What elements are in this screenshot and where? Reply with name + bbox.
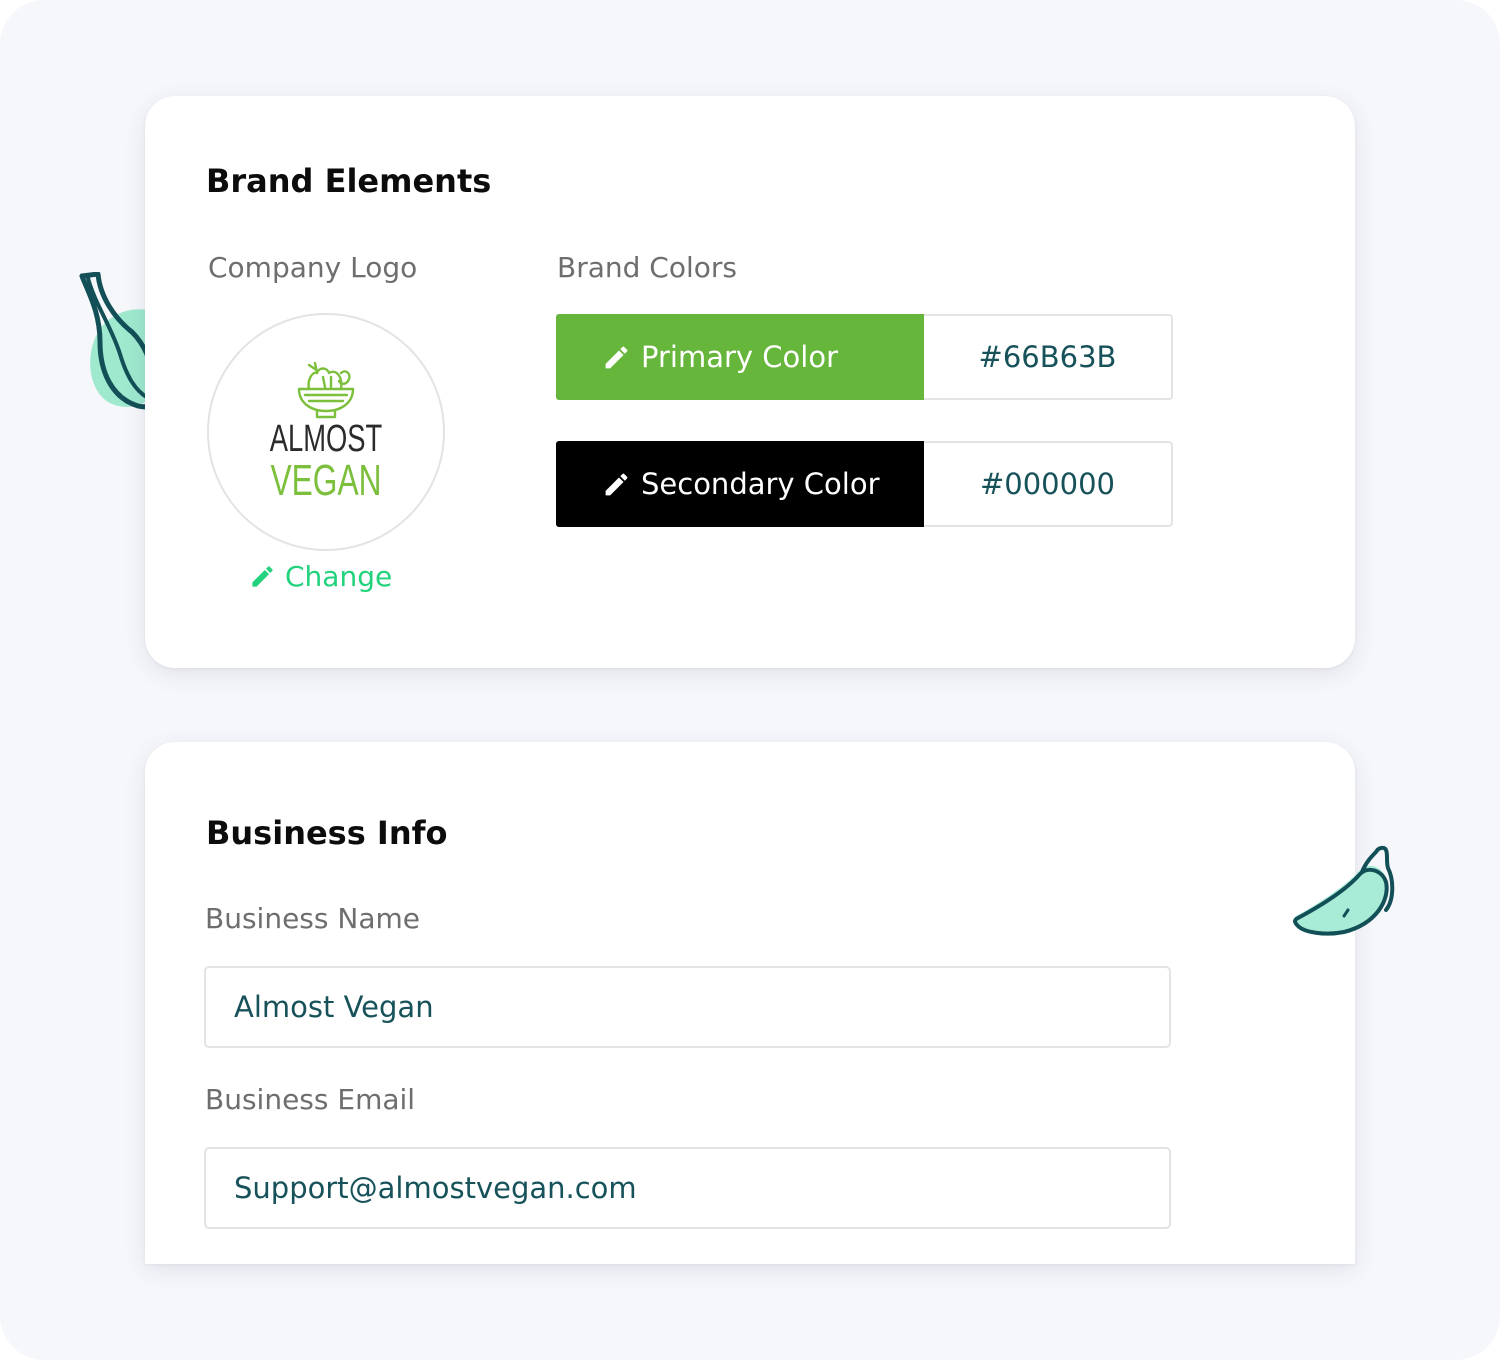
salad-bowl-icon <box>297 361 355 419</box>
primary-color-row: Primary Color #66B63B <box>556 314 1173 400</box>
secondary-color-button[interactable]: Secondary Color <box>556 441 924 527</box>
secondary-color-hex-field[interactable]: #000000 <box>924 441 1173 527</box>
pencil-icon <box>605 346 628 368</box>
business-name-label: Business Name <box>205 902 420 935</box>
logo-text-almost: ALMOST <box>269 418 383 460</box>
logo-text-vegan: VEGAN <box>270 456 382 505</box>
business-email-input[interactable]: Support@almostvegan.com <box>204 1147 1171 1229</box>
secondary-color-row: Secondary Color #000000 <box>556 441 1173 527</box>
chili-pepper-illustration <box>1293 845 1395 936</box>
secondary-color-label: Secondary Color <box>641 467 880 501</box>
brand-elements-card: Brand Elements Company Logo ALMOST VEGAN… <box>145 96 1355 668</box>
company-logo[interactable]: ALMOST VEGAN <box>207 313 445 551</box>
primary-color-label: Primary Color <box>641 340 838 374</box>
company-logo-label: Company Logo <box>208 251 418 284</box>
business-info-title: Business Info <box>206 814 448 852</box>
business-email-label: Business Email <box>205 1083 416 1116</box>
business-info-card: Business Info Business Name Almost Vegan… <box>145 742 1355 1264</box>
page-background: Brand Elements Company Logo ALMOST VEGAN… <box>0 0 1500 1360</box>
business-name-input[interactable]: Almost Vegan <box>204 966 1171 1048</box>
primary-color-hex-field[interactable]: #66B63B <box>924 314 1173 400</box>
primary-color-button[interactable]: Primary Color <box>556 314 924 400</box>
brand-elements-title: Brand Elements <box>206 162 492 200</box>
change-logo-label: Change <box>285 560 393 593</box>
pencil-icon <box>252 566 273 587</box>
brand-colors-label: Brand Colors <box>557 251 737 284</box>
change-logo-button[interactable]: Change <box>249 560 392 593</box>
pencil-icon <box>605 473 628 495</box>
